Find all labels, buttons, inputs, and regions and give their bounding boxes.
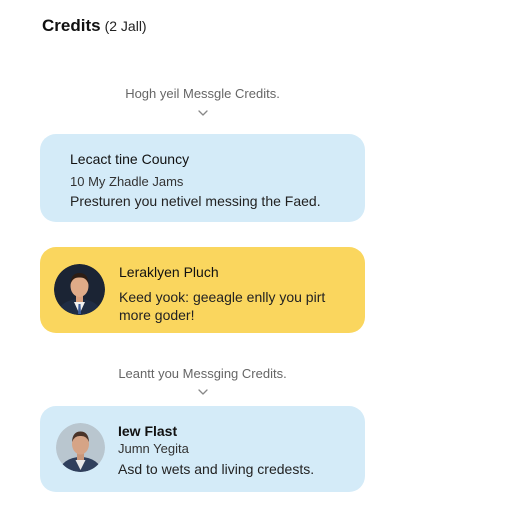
credits-screen: Credits (2 Jall) Hogh yeil Messgle Credi… [0, 0, 512, 512]
section-label-high: Hogh yeil Messgle Credits. [125, 86, 280, 101]
page-title: Credits [42, 16, 101, 35]
card-text: Iew Flast Jumn Yegita Asd to wets and li… [118, 422, 358, 478]
card-title: Iew Flast [118, 423, 178, 439]
card-subtitle: 10 My Zhadle Jams [70, 174, 184, 189]
card-title: Lecact tine Councy [70, 151, 190, 167]
card-subtitle: Jumn Yegita [118, 441, 189, 456]
card-message: Keed yook: geeagle enlly you pirt more g… [119, 289, 326, 323]
credit-card-item[interactable]: Iew Flast Jumn Yegita Asd to wets and li… [40, 406, 365, 492]
credit-card-item[interactable]: Lecact tine Councy 10 My Zhadle Jams Pre… [40, 134, 365, 222]
section-label-learnt: Leantt you Messging Credits. [118, 366, 287, 381]
credit-card-item[interactable]: Leraklyen Pluch Keed yook: geeagle enlly… [40, 247, 365, 333]
person-avatar-icon [56, 423, 105, 472]
person-avatar-icon [54, 264, 105, 315]
chevron-down-icon[interactable] [196, 108, 210, 118]
card-text: Leraklyen Pluch Keed yook: geeagle enlly… [119, 263, 354, 324]
card-message: Presturen you netivel messing the Faed. [70, 193, 321, 209]
card-message: Asd to wets and living credests. [118, 461, 315, 477]
page-header: Credits (2 Jall) [42, 16, 147, 36]
page-subtitle: (2 Jall) [104, 18, 147, 34]
chevron-down-icon[interactable] [196, 387, 210, 397]
card-title: Leraklyen Pluch [119, 264, 219, 280]
